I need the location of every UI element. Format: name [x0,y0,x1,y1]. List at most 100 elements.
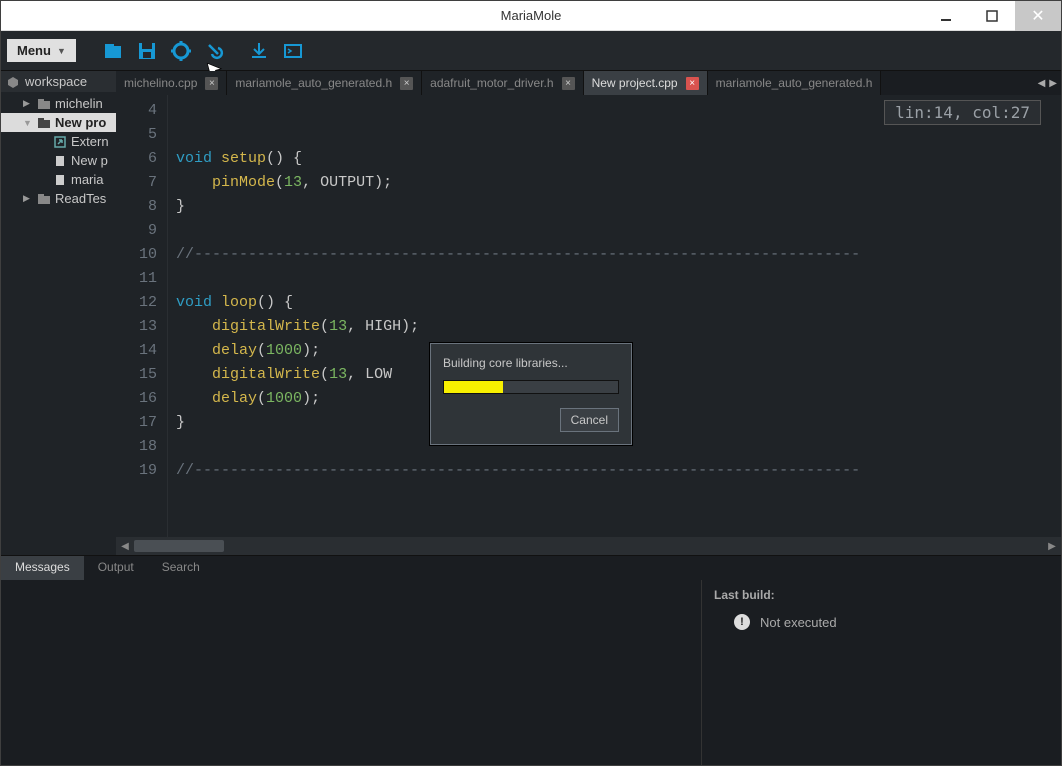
line-number: 4 [116,99,157,123]
bottom-tab-output[interactable]: Output [84,556,148,580]
tree-item-label: New p [71,153,108,168]
minimize-button[interactable] [923,1,969,31]
window-title: MariaMole [501,8,562,23]
close-button[interactable]: ✕ [1015,1,1061,31]
tree-item-icon [37,97,51,111]
serial-button[interactable] [276,36,310,66]
info-icon: ! [734,614,750,630]
tree-item-icon [53,154,67,168]
scroll-thumb[interactable] [134,540,224,552]
line-number: 11 [116,267,157,291]
messages-pane [1,580,701,765]
menu-button[interactable]: Menu ▼ [7,39,76,62]
sidebar-item-2[interactable]: Extern [1,132,116,151]
menu-label: Menu [17,43,51,58]
save-button[interactable] [130,36,164,66]
sidebar-tree: ▶michelin▼New proExternNew pmaria▶ReadTe… [1,92,116,208]
tab-close-icon[interactable]: × [686,77,699,90]
line-number: 6 [116,147,157,171]
tab-label: mariamole_auto_generated.h [716,76,873,90]
last-build-status-row: ! Not executed [714,614,1049,630]
editor-tab-2[interactable]: adafruit_motor_driver.h× [422,71,583,95]
terminal-icon [282,40,304,62]
app-window: MariaMole ✕ Menu ▼ [0,0,1062,766]
tree-item-icon [53,135,67,149]
tab-close-icon[interactable]: × [205,77,218,90]
line-number: 7 [116,171,157,195]
settings-button[interactable] [164,36,198,66]
line-number: 14 [116,339,157,363]
tab-scroll-left-icon[interactable]: ◀ [1038,78,1046,89]
sidebar-header[interactable]: workspace [1,71,116,92]
line-number: 8 [116,195,157,219]
tree-item-label: maria [71,172,104,187]
code-text[interactable]: void setup() { pinMode(13, OUTPUT); } //… [168,95,1061,537]
editor-tab-3[interactable]: New project.cpp × [584,71,708,95]
bottom-tabs: MessagesOutputSearch [1,556,1061,580]
minimize-icon [940,10,952,22]
tab-label: New project.cpp [592,76,678,90]
tree-item-icon [53,173,67,187]
tree-item-icon [37,192,51,206]
bottom-tab-search[interactable]: Search [148,556,214,580]
tree-item-icon [37,116,51,130]
tab-scroll-right-icon[interactable]: ▶ [1049,78,1057,89]
tab-close-icon[interactable]: × [400,77,413,90]
scroll-left-icon[interactable]: ◀ [116,537,134,555]
cancel-button[interactable]: Cancel [560,408,619,432]
chevron-down-icon: ▼ [57,46,66,56]
cursor-position: lin:14, col:27 [884,100,1041,125]
gutter: 45678910111213141516171819 [116,95,168,537]
tab-label: michelino.cpp [124,76,197,90]
editor-area: michelino.cpp×mariamole_auto_generated.h… [116,71,1061,555]
dialog-text: Building core libraries... [443,356,619,370]
sidebar: workspace ▶michelin▼New pro Extern New p ma… [1,71,116,555]
tab-close-icon[interactable]: × [562,77,575,90]
line-number: 16 [116,387,157,411]
line-number: 18 [116,435,157,459]
line-number: 5 [116,123,157,147]
maximize-button[interactable] [969,1,1015,31]
download-icon [248,40,270,62]
workspace-icon [7,76,19,88]
tree-expand-icon: ▶ [23,98,33,109]
editor-tab-0[interactable]: michelino.cpp × [116,71,227,95]
tree-item-label: Extern [71,134,109,149]
line-number: 10 [116,243,157,267]
tree-expand-icon: ▼ [23,118,33,128]
horizontal-scrollbar[interactable]: ◀ ▶ [116,537,1061,555]
line-number: 9 [116,219,157,243]
bottom-panel: MessagesOutputSearch Last build: ! Not e… [1,555,1061,765]
sidebar-item-5[interactable]: ▶ReadTes [1,189,116,208]
scroll-right-icon[interactable]: ▶ [1043,537,1061,555]
window-controls: ✕ [923,1,1061,31]
editor-tab-1[interactable]: mariamole_auto_generated.h× [227,71,422,95]
titlebar: MariaMole ✕ [1,1,1061,31]
sidebar-item-0[interactable]: ▶michelin [1,94,116,113]
editor-tab-4[interactable]: mariamole_auto_generated.h [708,71,882,95]
upload-button[interactable] [242,36,276,66]
tree-item-label: ReadTes [55,191,106,206]
sidebar-item-4[interactable]: maria [1,170,116,189]
line-number: 12 [116,291,157,315]
sidebar-item-3[interactable]: New p [1,151,116,170]
line-number: 19 [116,459,157,483]
bottom-content: Last build: ! Not executed [1,580,1061,765]
sidebar-item-1[interactable]: ▼New pro [1,113,116,132]
toolbar: Menu ▼ [1,31,1061,71]
content-split: workspace ▶michelin▼New pro Extern New p ma… [1,71,1061,555]
last-build-title: Last build: [714,588,1049,602]
build-button[interactable] [198,36,232,66]
save-icon [136,40,158,62]
line-number: 17 [116,411,157,435]
last-build-pane: Last build: ! Not executed [701,580,1061,765]
line-number: 15 [116,363,157,387]
editor[interactable]: 45678910111213141516171819 void setup() … [116,95,1061,537]
progress-bar [443,380,619,394]
build-dialog: Building core libraries... Cancel [430,343,632,445]
progress-fill [444,381,503,393]
close-icon: ✕ [1031,6,1044,26]
open-folder-button[interactable] [96,36,130,66]
bottom-tab-messages[interactable]: Messages [1,556,84,580]
folder-icon [102,40,124,62]
